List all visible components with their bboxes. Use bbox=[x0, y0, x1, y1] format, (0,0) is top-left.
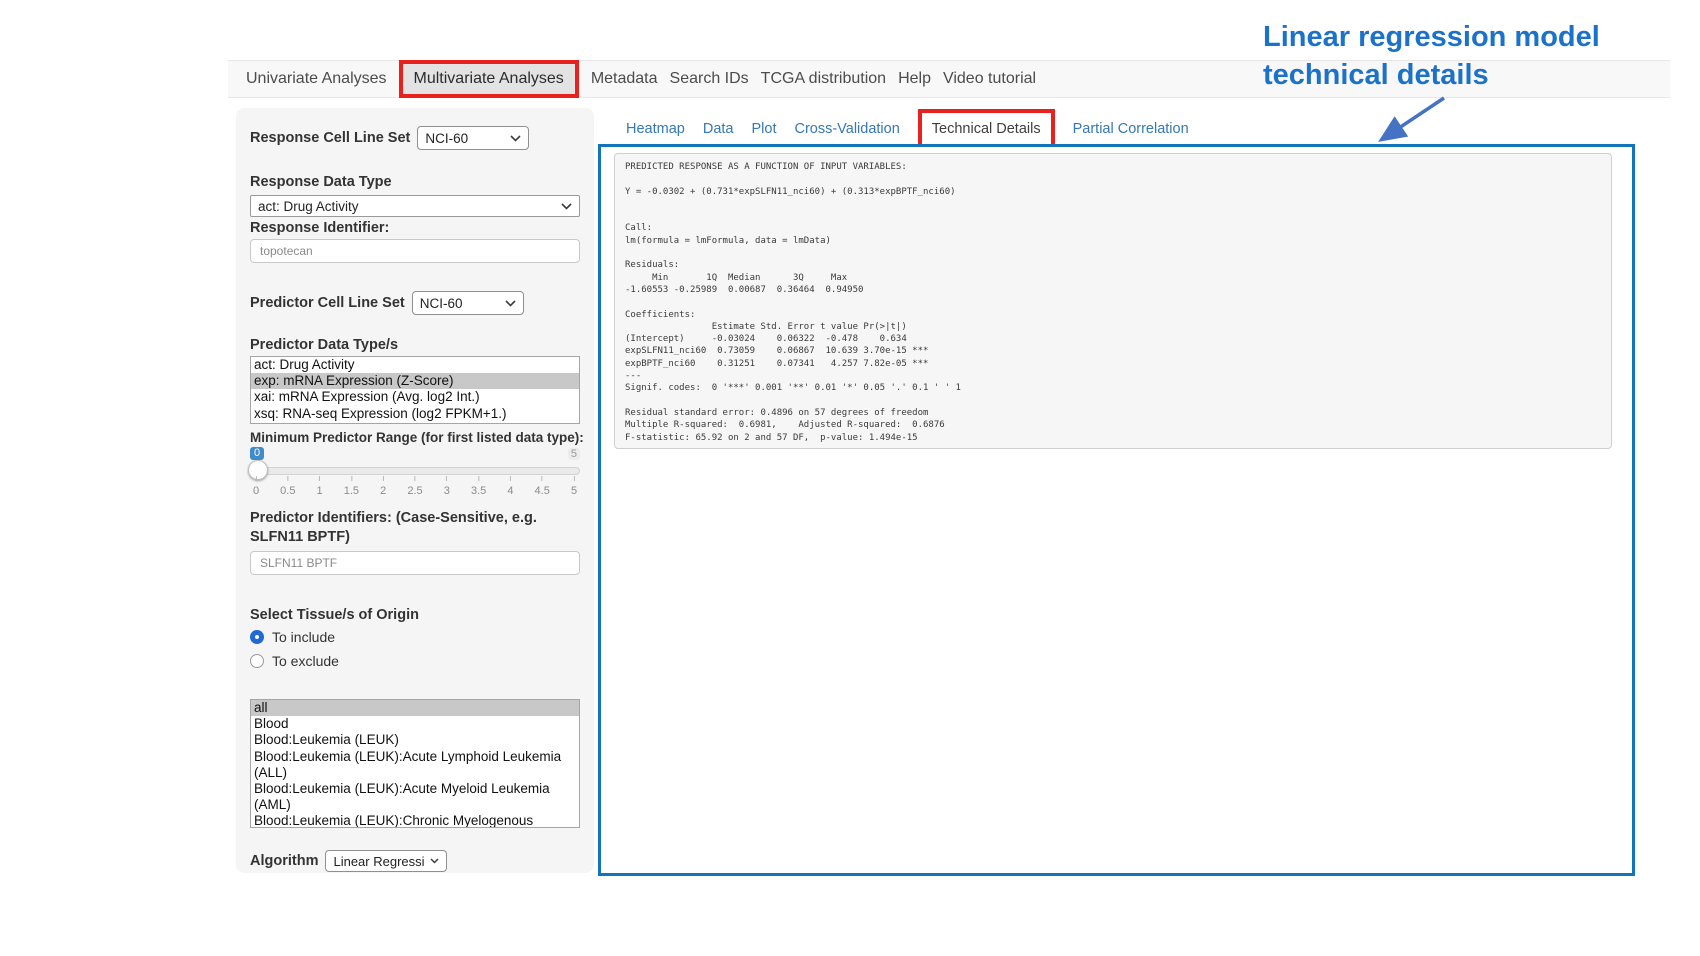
response-identifier-label: Response Identifier: bbox=[250, 220, 580, 236]
list-item[interactable]: Blood:Leukemia (LEUK):Acute Myeloid Leuk… bbox=[251, 781, 579, 813]
list-item[interactable]: act: Drug Activity bbox=[251, 357, 579, 373]
predictor-identifiers-label: Predictor Identifiers: (Case-Sensitive, … bbox=[250, 509, 570, 547]
red-highlight-box-nav: Multivariate Analyses bbox=[399, 60, 579, 98]
chevron-down-icon bbox=[561, 203, 572, 210]
radio-to-exclude[interactable]: To exclude bbox=[250, 653, 580, 669]
response-data-type-value: act: Drug Activity bbox=[258, 199, 359, 214]
chevron-down-icon bbox=[430, 858, 439, 864]
predictor-cell-line-set-label: Predictor Cell Line Set bbox=[250, 295, 405, 311]
slider-track[interactable] bbox=[250, 467, 580, 475]
tab-plot[interactable]: Plot bbox=[751, 121, 776, 137]
annotation-text: Linear regression model technical detail… bbox=[1263, 18, 1603, 94]
algorithm-select[interactable]: Linear Regression bbox=[325, 850, 447, 872]
nav-item-metadata[interactable]: Metadata bbox=[591, 70, 658, 88]
response-data-type-select[interactable]: act: Drug Activity bbox=[250, 195, 580, 217]
results-tab-bar: Heatmap Data Plot Cross-Validation Techn… bbox=[614, 110, 1189, 148]
slider-grid: 0 0.5 1 1.5 2 2.5 3 3.5 4 4.5 5 bbox=[256, 476, 574, 496]
radio-label: To include bbox=[272, 629, 335, 645]
tab-cross-validation[interactable]: Cross-Validation bbox=[794, 121, 899, 137]
list-item-selected[interactable]: exp: mRNA Expression (Z-Score) bbox=[251, 373, 579, 389]
tissue-origin-label: Select Tissue/s of Origin bbox=[250, 607, 580, 623]
page: Univariate Analyses Multivariate Analyse… bbox=[0, 0, 1700, 956]
analysis-settings-sidebar: Response Cell Line Set NCI-60 Response D… bbox=[236, 108, 594, 873]
predictor-cell-line-set-value: NCI-60 bbox=[420, 296, 463, 311]
nav-item-tcga-distribution[interactable]: TCGA distribution bbox=[761, 70, 886, 88]
regression-output-text: PREDICTED RESPONSE AS A FUNCTION OF INPU… bbox=[625, 161, 1601, 444]
response-cell-line-set-label: Response Cell Line Set bbox=[250, 130, 410, 146]
slider-tick: 0.5 bbox=[280, 476, 295, 499]
slider-max-label: 5 bbox=[568, 448, 580, 460]
annotation-line2: technical details bbox=[1263, 56, 1603, 94]
tab-technical-details[interactable]: Technical Details bbox=[932, 121, 1041, 137]
algorithm-value: Linear Regression bbox=[333, 854, 424, 869]
list-item-selected[interactable]: all bbox=[251, 700, 579, 716]
list-item[interactable]: Blood bbox=[251, 716, 579, 732]
predictor-cell-line-set-select[interactable]: NCI-60 bbox=[412, 291, 524, 315]
tab-partial-correlation[interactable]: Partial Correlation bbox=[1073, 121, 1189, 137]
tissue-origin-listbox: all Blood Blood:Leukemia (LEUK) Blood:Le… bbox=[250, 699, 580, 828]
predictor-identifiers-value: SLFN11 BPTF bbox=[260, 556, 337, 570]
slider-tick: 0 bbox=[253, 476, 259, 499]
slider-tick: 2 bbox=[380, 476, 386, 499]
min-predictor-range-slider[interactable]: 0 5 0 0.5 1 1.5 2 2.5 3 3.5 4 4.5 5 bbox=[250, 447, 580, 497]
radio-to-include[interactable]: To include bbox=[250, 629, 580, 645]
list-item[interactable]: Blood:Leukemia (LEUK) bbox=[251, 732, 579, 748]
red-highlight-box-tab: Technical Details bbox=[918, 109, 1055, 149]
response-identifier-input[interactable]: topotecan bbox=[250, 239, 580, 263]
slider-tick: 4.5 bbox=[535, 476, 550, 499]
nav-item-help[interactable]: Help bbox=[898, 70, 931, 88]
response-data-type-label: Response Data Type bbox=[250, 174, 580, 190]
slider-tick: 5 bbox=[571, 476, 577, 499]
response-identifier-value: topotecan bbox=[260, 244, 313, 258]
list-item[interactable]: Blood:Leukemia (LEUK):Acute Lymphoid Leu… bbox=[251, 749, 579, 781]
nav-item-video-tutorial[interactable]: Video tutorial bbox=[943, 70, 1036, 88]
slider-tick: 1.5 bbox=[344, 476, 359, 499]
predictor-identifiers-input[interactable]: SLFN11 BPTF bbox=[250, 551, 580, 575]
slider-tick: 3.5 bbox=[471, 476, 486, 499]
nav-item-univariate-analyses[interactable]: Univariate Analyses bbox=[246, 70, 387, 88]
technical-details-panel: PREDICTED RESPONSE AS A FUNCTION OF INPU… bbox=[598, 144, 1635, 876]
radio-label: To exclude bbox=[272, 653, 339, 669]
annotation-arrow-icon bbox=[1368, 92, 1458, 150]
chevron-down-icon bbox=[510, 135, 521, 142]
slider-tick: 3 bbox=[444, 476, 450, 499]
slider-tick: 4 bbox=[507, 476, 513, 499]
predictor-data-types-listbox: act: Drug Activity exp: mRNA Expression … bbox=[250, 356, 580, 424]
nav-item-search-ids[interactable]: Search IDs bbox=[670, 70, 749, 88]
radio-selected-icon bbox=[250, 630, 264, 644]
chevron-down-icon bbox=[505, 300, 516, 307]
slider-tick: 2.5 bbox=[407, 476, 422, 499]
nav-item-multivariate-analyses[interactable]: Multivariate Analyses bbox=[414, 70, 564, 88]
list-item[interactable]: Blood:Leukemia (LEUK):Chronic Myelogenou… bbox=[251, 813, 579, 828]
predictor-data-types-label: Predictor Data Type/s bbox=[250, 337, 580, 353]
response-cell-line-set-select[interactable]: NCI-60 bbox=[417, 126, 529, 150]
slider-value-badge: 0 bbox=[250, 447, 264, 460]
radio-unselected-icon bbox=[250, 654, 264, 668]
slider-tick: 1 bbox=[317, 476, 323, 499]
list-item[interactable]: xsq: RNA-seq Expression (log2 FPKM+1.) bbox=[251, 406, 579, 422]
response-cell-line-set-value: NCI-60 bbox=[425, 131, 468, 146]
min-predictor-range-label: Minimum Predictor Range (for first liste… bbox=[250, 430, 580, 445]
tab-data[interactable]: Data bbox=[703, 121, 734, 137]
annotation-line1: Linear regression model bbox=[1263, 18, 1603, 56]
regression-output-box: PREDICTED RESPONSE AS A FUNCTION OF INPU… bbox=[614, 153, 1612, 449]
tab-heatmap[interactable]: Heatmap bbox=[626, 121, 685, 137]
algorithm-label: Algorithm bbox=[250, 853, 318, 869]
list-item[interactable]: xai: mRNA Expression (Avg. log2 Int.) bbox=[251, 389, 579, 405]
